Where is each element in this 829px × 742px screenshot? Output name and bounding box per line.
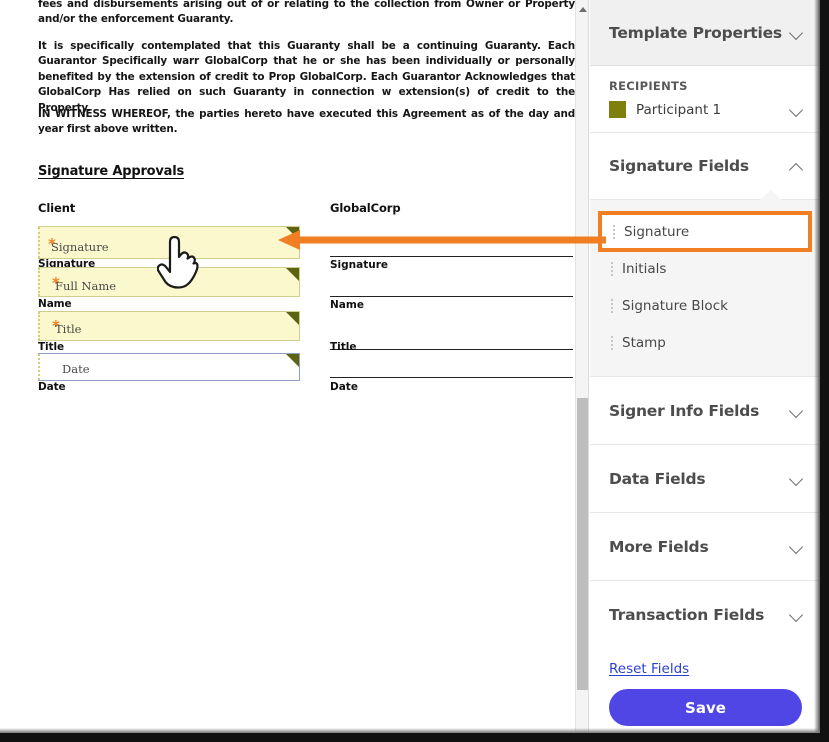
signature-approvals-heading: Signature Approvals (38, 164, 185, 179)
palette-item-stamp[interactable]: Stamp (600, 326, 810, 359)
pointing-hand-cursor (157, 236, 199, 289)
chevron-down-icon[interactable] (789, 474, 804, 483)
panel-footer: Reset Fields Save (590, 648, 820, 726)
save-button[interactable]: Save (609, 689, 802, 726)
section-title: More Fields (609, 537, 709, 556)
panel-header[interactable]: Template Properties (590, 0, 820, 66)
corp-rule (330, 377, 573, 378)
field-corner-marker (286, 354, 299, 367)
chevron-down-icon[interactable] (789, 610, 804, 619)
section-header-data-fields[interactable]: Data Fields (590, 445, 820, 512)
palette-item-initials[interactable]: Initials (600, 252, 810, 285)
template-properties-panel: Template Properties RECIPIENTS Participa… (590, 0, 820, 733)
section-header-transaction-fields[interactable]: Transaction Fields (590, 581, 820, 648)
section-header-signature-fields[interactable]: Signature Fields (590, 133, 820, 200)
palette-item-label: Initials (622, 260, 667, 277)
field-drag-handle[interactable] (38, 268, 42, 296)
doc-field-label: Title (55, 322, 82, 336)
corp-rule (330, 349, 573, 350)
doc-field-label: Signature (51, 240, 109, 254)
palette-item-label: Signature (624, 223, 690, 240)
document-paragraph: IN WITNESS WHEREOF, the parties hereto h… (38, 108, 575, 136)
field-corner-marker (286, 227, 299, 240)
palette-item-signature[interactable]: Signature (598, 211, 812, 252)
section-title: Signature Fields (609, 157, 749, 175)
field-drag-handle[interactable] (38, 312, 42, 340)
doc-line-label-date: Date (38, 381, 66, 393)
section-signature-fields: Signature Fields Signature Initials Sign… (590, 133, 820, 377)
recipient-name: Participant 1 (636, 101, 722, 118)
recipients-heading: RECIPIENTS (609, 79, 688, 93)
field-underline (38, 296, 299, 297)
doc-field-date[interactable]: Date (38, 353, 300, 381)
drag-grip-icon[interactable] (611, 262, 615, 276)
panel-title: Template Properties (609, 23, 782, 42)
corp-label-title: Title (330, 341, 357, 353)
drag-grip-icon[interactable] (613, 225, 617, 239)
field-corner-marker (286, 312, 299, 325)
recipient-selector[interactable]: Participant 1 (609, 101, 804, 118)
chevron-down-icon[interactable] (789, 105, 804, 114)
palette-item-label: Signature Block (622, 297, 728, 314)
document-scrollbar[interactable] (575, 0, 589, 733)
document-paragraph: It is specifically contemplated that thi… (38, 40, 575, 114)
chevron-down-icon[interactable] (789, 28, 804, 37)
recipients-section: RECIPIENTS Participant 1 (590, 66, 820, 133)
window-border-right (820, 0, 829, 742)
palette-item-signature-block[interactable]: Signature Block (600, 289, 810, 322)
window-border-bottom (0, 733, 829, 742)
section-notch (760, 190, 782, 200)
corp-rule (330, 296, 573, 297)
globalcorp-column-heading: GlobalCorp (330, 201, 401, 215)
drag-grip-icon[interactable] (611, 299, 615, 313)
chevron-down-icon[interactable] (789, 542, 804, 551)
corp-rule (330, 256, 573, 257)
field-drag-handle[interactable] (38, 227, 42, 258)
doc-field-label: Full Name (55, 279, 117, 293)
field-drag-handle[interactable] (38, 354, 42, 380)
section-data-fields: Data Fields (590, 445, 820, 513)
section-signer-info-fields: Signer Info Fields (590, 377, 820, 445)
corp-label-signature: Signature (330, 259, 389, 271)
field-underline (38, 340, 299, 341)
section-transaction-fields: Transaction Fields (590, 581, 820, 648)
signature-fields-list: Signature Initials Signature Block Stamp (590, 200, 820, 376)
app-window: fees and disbursements arising out of or… (0, 0, 829, 742)
section-header-more-fields[interactable]: More Fields (590, 513, 820, 580)
drag-grip-icon[interactable] (611, 336, 615, 350)
recipient-color-swatch (609, 101, 626, 118)
section-title: Transaction Fields (609, 605, 765, 624)
section-title: Signer Info Fields (609, 401, 760, 420)
doc-line-label-title: Title (38, 341, 65, 353)
section-title: Data Fields (609, 469, 706, 488)
doc-line-label-name: Name (38, 298, 72, 310)
client-column-heading: Client (38, 201, 76, 215)
scroll-up-arrow-icon[interactable] (576, 2, 589, 17)
corp-label-date: Date (330, 381, 358, 393)
section-more-fields: More Fields (590, 513, 820, 581)
field-corner-marker (286, 268, 299, 281)
section-header-signer-info-fields[interactable]: Signer Info Fields (590, 377, 820, 444)
palette-item-label: Stamp (622, 334, 666, 351)
reset-fields-link[interactable]: Reset Fields (609, 661, 689, 677)
doc-field-title[interactable]: * Title (38, 311, 300, 341)
corp-label-name: Name (330, 299, 364, 311)
scrollbar-thumb[interactable] (577, 398, 588, 690)
document-pane[interactable]: fees and disbursements arising out of or… (0, 0, 575, 733)
doc-field-label: Date (62, 362, 90, 376)
document-paragraph: fees and disbursements arising out of or… (38, 0, 575, 26)
chevron-up-icon[interactable] (789, 162, 804, 171)
chevron-down-icon[interactable] (789, 406, 804, 415)
